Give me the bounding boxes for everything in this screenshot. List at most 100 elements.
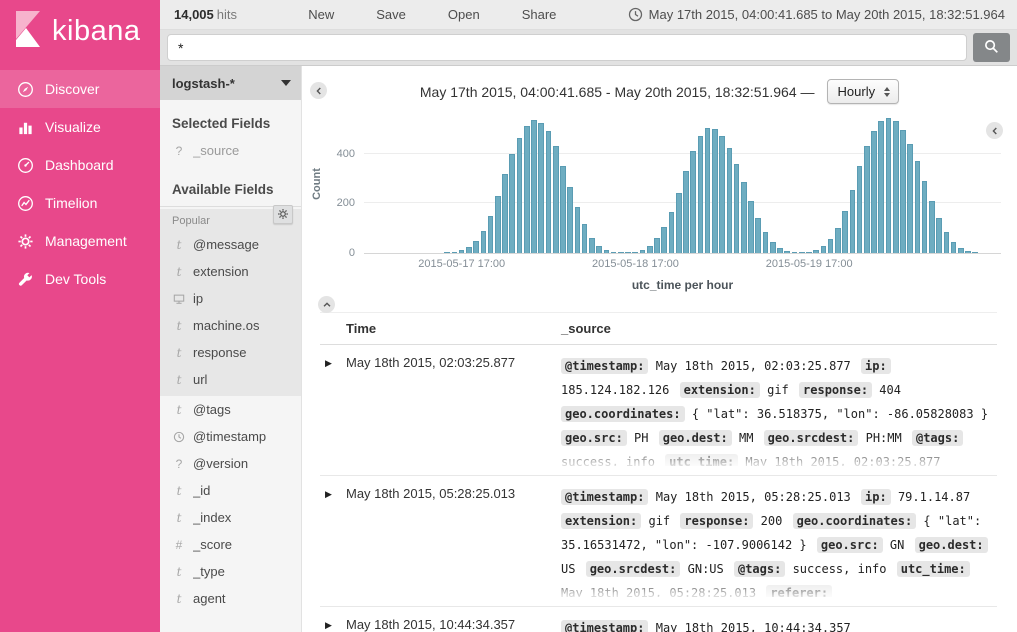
histogram-bar[interactable] <box>444 114 451 253</box>
histogram-bar[interactable] <box>805 114 812 253</box>
histogram-bar[interactable] <box>755 114 762 253</box>
field-item--timestamp[interactable]: @timestamp <box>160 423 301 450</box>
histogram-bar[interactable] <box>574 114 581 253</box>
histogram-bar[interactable] <box>863 114 870 253</box>
histogram-bar[interactable] <box>726 114 733 253</box>
field-item-agent[interactable]: tagent <box>160 585 301 612</box>
field-item-ip[interactable]: ip <box>160 285 301 312</box>
histogram-bar[interactable] <box>559 114 566 253</box>
histogram-bar[interactable] <box>588 114 595 253</box>
expand-caret[interactable]: ▶ <box>320 616 346 631</box>
histogram-bar[interactable] <box>870 114 877 253</box>
histogram-bar[interactable] <box>639 114 646 253</box>
expand-caret[interactable]: ▶ <box>320 354 346 369</box>
nav-item-dashboard[interactable]: Dashboard <box>0 146 160 184</box>
histogram-bar[interactable] <box>907 114 914 253</box>
histogram-bar[interactable] <box>523 114 530 253</box>
histogram-bar[interactable] <box>791 114 798 253</box>
field-settings-button[interactable] <box>273 205 293 224</box>
histogram-bar[interactable] <box>784 114 791 253</box>
histogram-bar[interactable] <box>740 114 747 253</box>
field-item-machine-os[interactable]: tmachine.os <box>160 312 301 339</box>
histogram-bar[interactable] <box>704 114 711 253</box>
menu-item-new[interactable]: New <box>308 7 334 22</box>
histogram-bar[interactable] <box>936 114 943 253</box>
histogram-bar[interactable] <box>957 114 964 253</box>
collapse-histogram-button[interactable] <box>318 296 335 313</box>
field-item--id[interactable]: t_id <box>160 477 301 504</box>
histogram-bar[interactable] <box>538 114 545 253</box>
histogram-bar[interactable] <box>950 114 957 253</box>
histogram-bar[interactable] <box>928 114 935 253</box>
index-pattern-selector[interactable]: logstash-* <box>160 66 301 100</box>
field-item-extension[interactable]: textension <box>160 258 301 285</box>
field-item--index[interactable]: t_index <box>160 504 301 531</box>
nav-item-dev-tools[interactable]: Dev Tools <box>0 260 160 298</box>
histogram-bar[interactable] <box>697 114 704 253</box>
histogram-bar[interactable] <box>747 114 754 253</box>
histogram-bar[interactable] <box>776 114 783 253</box>
histogram-bar[interactable] <box>465 114 472 253</box>
histogram-bar[interactable] <box>878 114 885 253</box>
histogram-bar[interactable] <box>899 114 906 253</box>
histogram-bar[interactable] <box>762 114 769 253</box>
histogram-bar[interactable] <box>473 114 480 253</box>
field-item-url[interactable]: turl <box>160 366 301 393</box>
field-item--tags[interactable]: t@tags <box>160 396 301 423</box>
histogram-bar[interactable] <box>516 114 523 253</box>
histogram-bar[interactable] <box>501 114 508 253</box>
menu-item-share[interactable]: Share <box>522 7 557 22</box>
histogram-bar[interactable] <box>545 114 552 253</box>
histogram-bar[interactable] <box>675 114 682 253</box>
histogram-bar[interactable] <box>567 114 574 253</box>
histogram-bar[interactable] <box>458 114 465 253</box>
histogram-bar[interactable] <box>718 114 725 253</box>
histogram-bar[interactable] <box>849 114 856 253</box>
histogram-bar[interactable] <box>509 114 516 253</box>
histogram-bar[interactable] <box>733 114 740 253</box>
histogram-bar[interactable] <box>972 114 979 253</box>
histogram-bar[interactable] <box>646 114 653 253</box>
collapse-left-button[interactable] <box>310 82 327 99</box>
nav-item-timelion[interactable]: Timelion <box>0 184 160 222</box>
field-item--version[interactable]: ?@version <box>160 450 301 477</box>
histogram-bar[interactable] <box>856 114 863 253</box>
nav-item-discover[interactable]: Discover <box>0 70 160 108</box>
histogram-bar[interactable] <box>820 114 827 253</box>
field-item--message[interactable]: t@message <box>160 231 301 258</box>
histogram-bar[interactable] <box>668 114 675 253</box>
histogram-bar[interactable] <box>827 114 834 253</box>
field-item--score[interactable]: #_score <box>160 531 301 558</box>
histogram-bar[interactable] <box>690 114 697 253</box>
nav-item-management[interactable]: Management <box>0 222 160 260</box>
histogram-bar[interactable] <box>530 114 537 253</box>
time-picker[interactable]: May 17th 2015, 04:00:41.685 to May 20th … <box>628 7 1005 22</box>
interval-select[interactable]: Hourly <box>827 79 900 104</box>
histogram-bar[interactable] <box>834 114 841 253</box>
histogram-bar[interactable] <box>841 114 848 253</box>
kibana-logo[interactable]: kibana <box>0 0 160 62</box>
histogram-bar[interactable] <box>921 114 928 253</box>
histogram-bar[interactable] <box>661 114 668 253</box>
histogram-bar[interactable] <box>682 114 689 253</box>
histogram-bar[interactable] <box>603 114 610 253</box>
histogram-bar[interactable] <box>552 114 559 253</box>
histogram-bar[interactable] <box>943 114 950 253</box>
histogram-bar[interactable] <box>914 114 921 253</box>
histogram-bar[interactable] <box>581 114 588 253</box>
histogram-bar[interactable] <box>769 114 776 253</box>
field-item--type[interactable]: t_type <box>160 558 301 585</box>
histogram-bar[interactable] <box>632 114 639 253</box>
histogram-bar[interactable] <box>487 114 494 253</box>
time-column-header[interactable]: Time <box>346 321 561 336</box>
histogram-bar[interactable] <box>798 114 805 253</box>
menu-item-open[interactable]: Open <box>448 7 480 22</box>
histogram-bar[interactable] <box>711 114 718 253</box>
histogram-bar[interactable] <box>617 114 624 253</box>
histogram-bar[interactable] <box>451 114 458 253</box>
histogram-bar[interactable] <box>653 114 660 253</box>
histogram-bar[interactable] <box>624 114 631 253</box>
histogram-bar[interactable] <box>494 114 501 253</box>
histogram-bar[interactable] <box>480 114 487 253</box>
field-item-response[interactable]: tresponse <box>160 339 301 366</box>
